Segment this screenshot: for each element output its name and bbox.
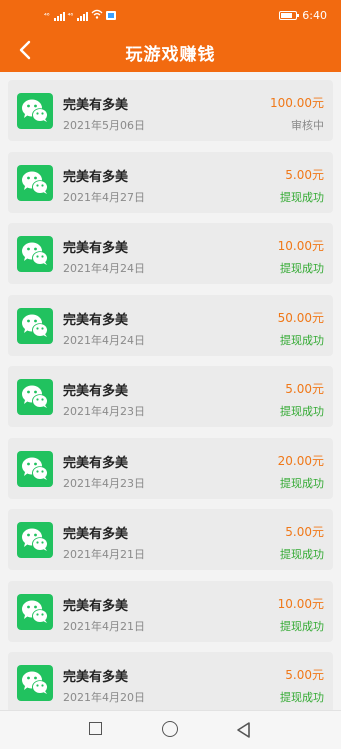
record-amount: 5.00元: [285, 525, 324, 539]
system-back-button[interactable]: [235, 721, 253, 739]
system-nav-bar: [0, 710, 341, 749]
wechat-icon: [17, 93, 53, 129]
record-status: 提现成功: [280, 405, 324, 418]
record-card[interactable]: 完美有多美 2021年4月24日 50.00元 提现成功: [8, 294, 333, 356]
record-card[interactable]: 完美有多美 2021年4月24日 10.00元 提现成功: [8, 223, 333, 284]
record-card[interactable]: 完美有多美 2021年4月21日 10.00元 提现成功: [8, 580, 333, 642]
record-name: 完美有多美: [63, 312, 129, 328]
header: 玩游戏赚钱: [0, 30, 341, 72]
record-status: 提现成功: [280, 333, 324, 347]
record-date: 2021年4月24日: [63, 262, 145, 275]
record-card[interactable]: 完美有多美 2021年4月27日 5.00元提现成功: [8, 151, 333, 213]
record-name: 完美有多美: [63, 527, 129, 542]
record-status: 提现成功: [280, 619, 324, 633]
clock: 6:40: [302, 9, 327, 22]
record-date: 2021年4月27日: [63, 190, 145, 204]
record-date: 2021年4月23日: [63, 405, 145, 418]
record-status: 提现成功: [280, 476, 324, 490]
record-name: 完美有多美: [63, 455, 129, 471]
wechat-icon: [17, 307, 53, 344]
notification-icon: [106, 11, 117, 20]
record-amount: 50.00元: [277, 310, 324, 325]
record-amount: 10.00元: [277, 239, 324, 253]
record-name: 完美有多美: [63, 241, 129, 256]
record-date: 2021年4月23日: [63, 476, 145, 490]
wechat-icon: [17, 665, 53, 701]
record-card[interactable]: 完美有多美 2021年4月20日 5.00元提现成功: [8, 652, 333, 713]
record-amount: 10.00元: [277, 596, 324, 611]
record-card[interactable]: 完美有多美 2021年4月23日 5.00元提现成功: [8, 366, 333, 427]
record-amount: 5.00元: [285, 668, 324, 682]
wechat-icon: [17, 522, 53, 558]
record-card[interactable]: 完美有多美 2021年4月21日 5.00元提现成功: [8, 509, 333, 570]
home-button[interactable]: [162, 721, 180, 739]
record-status: 提现成功: [280, 190, 324, 204]
battery-icon: [279, 11, 300, 20]
record-date: 2021年4月21日: [63, 619, 145, 633]
record-name: 完美有多美: [63, 98, 129, 113]
square-icon: [89, 722, 102, 735]
record-amount: 5.00元: [285, 167, 324, 182]
record-name: 完美有多美: [63, 169, 129, 185]
record-date: 2021年4月24日: [63, 333, 145, 347]
signal-icon: [53, 11, 65, 21]
signal-label: ⁴⁶: [67, 11, 74, 20]
recent-apps-button[interactable]: [88, 721, 106, 739]
record-date: 2021年4月21日: [63, 548, 145, 561]
wechat-icon: [17, 450, 53, 487]
record-amount: 20.00元: [277, 453, 324, 468]
circle-icon: [162, 721, 178, 737]
page-title: 玩游戏赚钱: [125, 45, 216, 65]
status-bar: ⁴⁶ ⁴⁶ 6:40: [0, 0, 341, 30]
record-date: 2021年4月20日: [63, 691, 145, 704]
signal-icon: [77, 11, 89, 21]
record-card[interactable]: 完美有多美 2021年5月06日 100.00元审核中: [8, 80, 333, 141]
record-name: 完美有多美: [63, 670, 129, 685]
record-card[interactable]: 完美有多美 2021年4月23日 20.00元 提现成功: [8, 437, 333, 499]
triangle-back-icon: [237, 722, 250, 738]
record-status: 提现成功: [280, 691, 324, 704]
record-name: 完美有多美: [63, 384, 129, 399]
withdraw-record-list: 完美有多美 2021年5月06日 100.00元 审核中 完美有多美 2021年4月27日…: [8, 80, 333, 724]
record-date: 2021年5月06日: [63, 119, 145, 132]
record-status: 提现成功: [280, 262, 324, 275]
record-status: 审核中: [291, 119, 324, 132]
wifi-icon: [91, 9, 103, 22]
wechat-icon: [17, 379, 53, 415]
wechat-icon: [17, 236, 53, 272]
record-amount: 100.00元: [270, 96, 324, 110]
record-status: 提现成功: [280, 548, 324, 561]
signal-label: ⁴⁶: [44, 11, 50, 20]
record-name: 完美有多美: [63, 598, 129, 614]
wechat-icon: [17, 593, 53, 630]
wechat-icon: [17, 164, 53, 201]
record-amount: 5.00元: [285, 382, 324, 396]
